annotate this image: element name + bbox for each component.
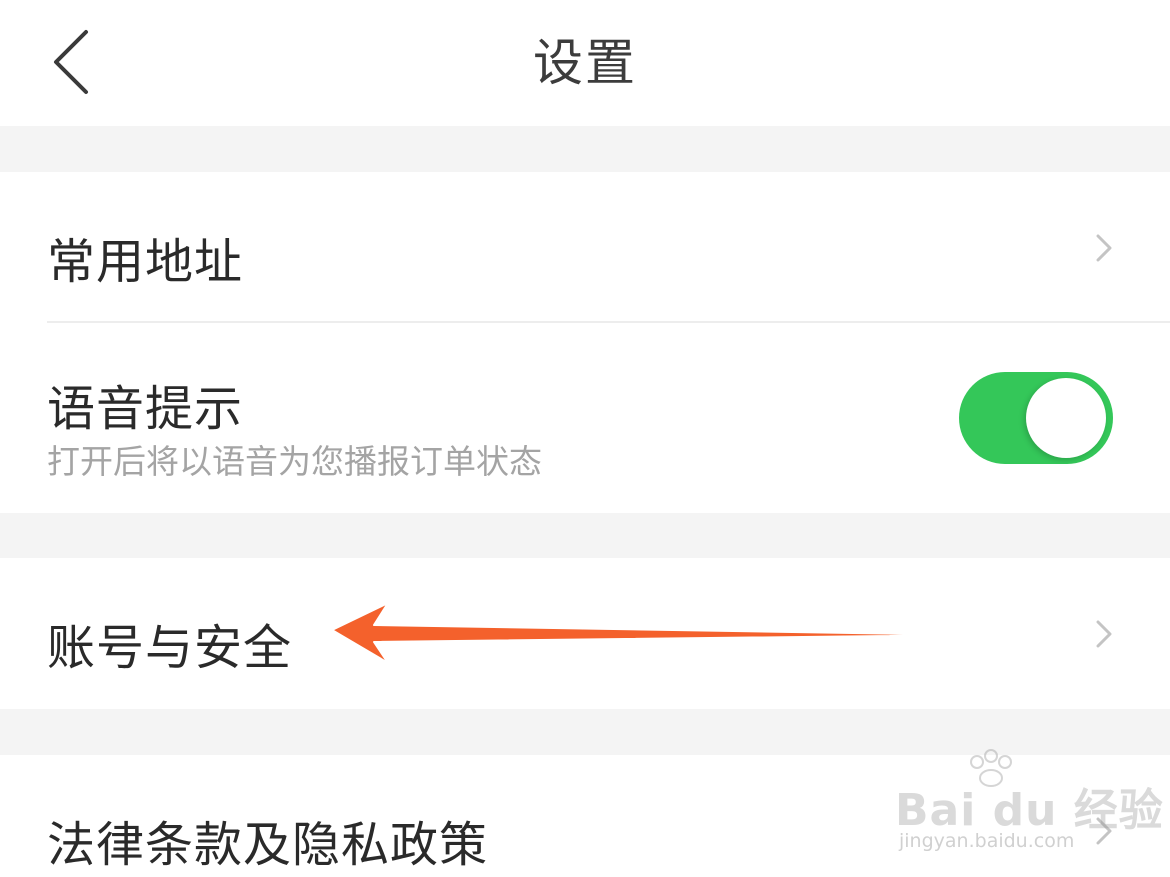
chevron-right-icon: [1096, 234, 1112, 262]
row-label-common-address: 常用地址: [47, 234, 244, 290]
section-gap: [0, 126, 1170, 172]
row-description-voice-prompt: 打开后将以语音为您播报订单状态: [47, 442, 542, 481]
baidu-jingyan-watermark: Bai du 经验 jingyan.baidu.com: [895, 748, 1163, 858]
row-common-address[interactable]: 常用地址: [0, 172, 1170, 322]
watermark-brand: Bai du 经验: [895, 785, 1164, 836]
settings-page: 设置 常用地址 语音提示 打开后将以语音为您播报订单状态 账号与安全 法律条款及…: [0, 0, 1170, 877]
chevron-right-icon: [1096, 620, 1112, 648]
row-label-legal-privacy: 法律条款及隐私政策: [47, 817, 489, 873]
watermark-site: jingyan.baidu.com: [899, 830, 1075, 852]
toggle-knob: [1026, 378, 1106, 458]
annotation-arrow-icon: [331, 602, 971, 664]
row-label-account-security: 账号与安全: [47, 620, 293, 676]
row-label-voice-prompt: 语音提示: [47, 381, 244, 437]
page-title: 设置: [533, 34, 637, 92]
nav-header: 设置: [0, 0, 1170, 126]
voice-prompt-toggle[interactable]: [959, 372, 1113, 464]
section-gap: [0, 513, 1170, 558]
